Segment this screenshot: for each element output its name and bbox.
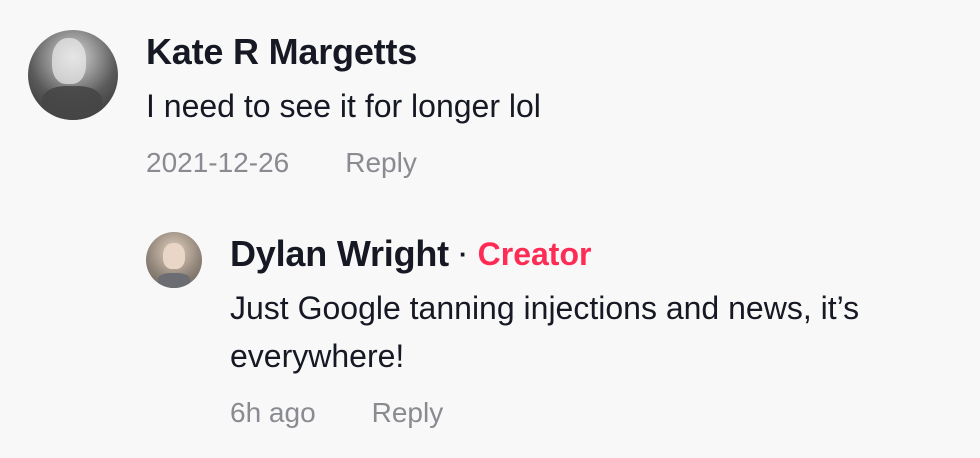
reply-button[interactable]: Reply bbox=[345, 146, 417, 180]
creator-badge: Creator bbox=[477, 236, 592, 272]
comment-content: Kate R Margetts I need to see it for lon… bbox=[146, 30, 541, 180]
comment-text: I need to see it for longer lol bbox=[146, 88, 541, 124]
timestamp: 6h ago bbox=[230, 397, 316, 428]
author-name[interactable]: Kate R Margetts bbox=[146, 30, 417, 74]
timestamp: 2021-12-26 bbox=[146, 147, 290, 178]
reply-meta: 6h ago Reply bbox=[230, 396, 950, 430]
avatar[interactable] bbox=[146, 232, 202, 288]
reply-header: Dylan Wright · Creator bbox=[230, 232, 950, 276]
comment-header: Kate R Margetts bbox=[146, 30, 541, 74]
separator-dot: · bbox=[458, 239, 468, 269]
reply-button[interactable]: Reply bbox=[372, 396, 444, 430]
avatar[interactable] bbox=[28, 30, 118, 120]
reply-text: Just Google tanning injections and news,… bbox=[230, 290, 860, 374]
comment-meta: 2021-12-26 Reply bbox=[146, 146, 541, 180]
reply-content: Dylan Wright · Creator Just Google tanni… bbox=[230, 232, 950, 430]
author-name[interactable]: Dylan Wright bbox=[230, 232, 449, 276]
